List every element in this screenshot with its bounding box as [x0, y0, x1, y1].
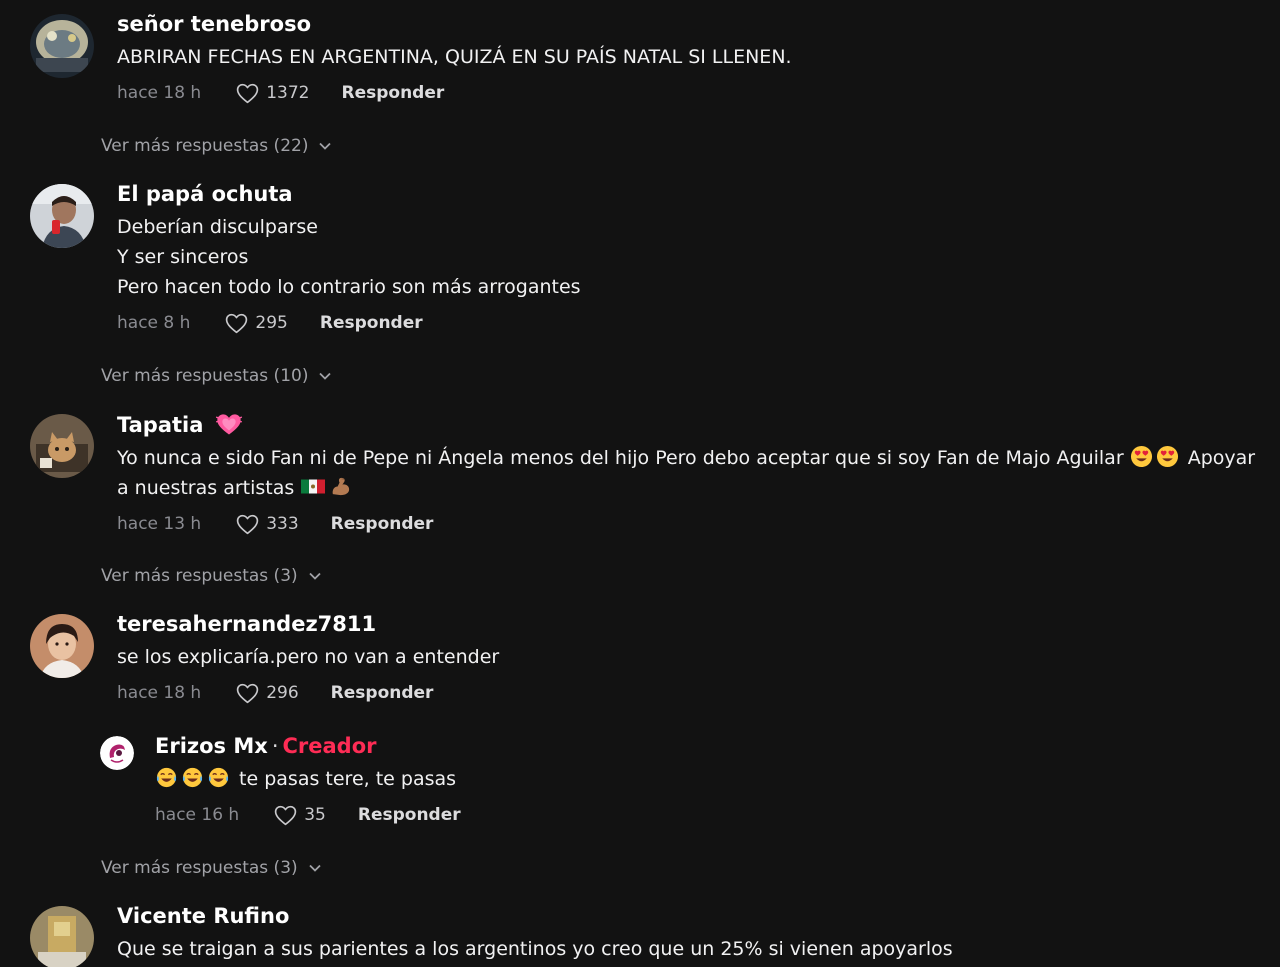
view-more-replies-label: Ver más respuestas (10) [101, 366, 309, 386]
creator-avatar[interactable] [100, 736, 134, 770]
view-more-replies-label: Ver más respuestas (22) [101, 136, 309, 156]
comment-time: hace 8 h [117, 313, 191, 333]
comment-body: El papá ochuta Deberían disculparse Y se… [117, 180, 1274, 338]
comment-username[interactable]: Tapatia [117, 410, 1274, 439]
heart-outline-icon[interactable] [235, 512, 260, 537]
comment-username[interactable]: señor tenebroso [117, 10, 1274, 38]
comment-text-line: Que se traigan a sus parientes a los arg… [117, 938, 953, 960]
view-more-replies-button[interactable]: Ver más respuestas (10) [101, 366, 332, 386]
comment-body: señor tenebroso ABRIRAN FECHAS EN ARGENT… [117, 10, 1274, 108]
comment-body: Tapatia Yo nunca e sido Fan ni de Pepe n… [117, 410, 1274, 539]
comment-text-line: Pero hacen todo lo contrario son más arr… [117, 276, 581, 298]
tears-of-joy-emoji [155, 766, 178, 789]
comment-meta: hace 18 h 1372 Responder [117, 78, 1274, 108]
heart-outline-icon[interactable] [235, 81, 260, 106]
like-button[interactable]: 333 [235, 512, 299, 537]
comment-text: Que se traigan a sus parientes a los arg… [117, 934, 1274, 964]
comment-text-line: Yo nunca e sido Fan ni de Pepe ni Ángela… [117, 443, 1274, 473]
reply-text-segment: te pasas tere, te pasas [239, 768, 457, 790]
tears-of-joy-emoji [181, 766, 204, 789]
comment-text-segment: Yo nunca e sido Fan ni de Pepe ni Ángela… [117, 447, 1124, 469]
comment-time: hace 18 h [117, 83, 202, 103]
view-more-replies-label: Ver más respuestas (3) [101, 566, 298, 586]
chevron-down-icon [309, 572, 321, 580]
view-more-replies-button[interactable]: Ver más respuestas (22) [101, 136, 332, 156]
heart-eyes-emoji [1156, 445, 1179, 468]
reply-time: hace 16 h [155, 805, 240, 825]
comment-meta: hace 18 h 296 Responder [117, 678, 1274, 708]
reply-text: te pasas tere, te pasas [155, 764, 1274, 794]
separator-dot: · [271, 734, 279, 758]
reply-button[interactable]: Responder [331, 514, 434, 534]
view-more-replies-button[interactable]: Ver más respuestas (3) [101, 566, 322, 586]
like-count: 35 [304, 805, 326, 825]
comment-text-line: Deberían disculparse [117, 216, 318, 238]
reply-button[interactable]: Responder [320, 313, 423, 333]
reply-meta: hace 16 h 35 Responder [155, 800, 1274, 830]
like-count: 333 [266, 514, 299, 534]
like-button[interactable]: 296 [235, 681, 299, 706]
comment-body: teresahernandez7811 se los explicaría.pe… [117, 610, 1274, 708]
reply-header: Erizos Mx · Creador [155, 732, 1274, 760]
comment-text-line: a nuestras artistas [117, 473, 1274, 503]
comment-username[interactable]: teresahernandez7811 [117, 610, 1274, 638]
like-button[interactable]: 1372 [235, 81, 309, 106]
tears-of-joy-emoji [207, 766, 230, 789]
comment-text: se los explicaría.pero no van a entender [117, 642, 1274, 672]
comment-username[interactable]: El papá ochuta [117, 180, 1274, 208]
avatar[interactable] [30, 614, 94, 678]
avatar[interactable] [30, 14, 94, 78]
comment-text: Deberían disculparse Y ser sinceros Pero… [117, 212, 1274, 302]
comment-text-line: Y ser sinceros [117, 246, 249, 268]
comment-username[interactable]: Vicente Rufino [117, 902, 1274, 930]
comment-text-segment: a nuestras artistas [117, 477, 295, 499]
heart-outline-icon[interactable] [273, 803, 298, 828]
view-more-replies-button[interactable]: Ver más respuestas (3) [101, 858, 322, 878]
creator-badge: Creador [282, 734, 377, 758]
avatar[interactable] [30, 184, 94, 248]
comment-body: Vicente Rufino Que se traigan a sus pari… [117, 902, 1274, 964]
comment-text: ABRIRAN FECHAS EN ARGENTINA, QUIZÁ EN SU… [117, 42, 1274, 72]
mexico-flag-emoji [300, 475, 326, 498]
avatar[interactable] [30, 906, 94, 967]
comment-meta: hace 13 h 333 Responder [117, 509, 1274, 539]
comment-username-text: Tapatia [117, 413, 204, 437]
comment-time: hace 18 h [117, 683, 202, 703]
view-more-replies-label: Ver más respuestas (3) [101, 858, 298, 878]
chevron-down-icon [319, 372, 332, 380]
comment-text-line: ABRIRAN FECHAS EN ARGENTINA, QUIZÁ EN SU… [117, 46, 792, 68]
comment-time: hace 13 h [117, 514, 202, 534]
flexed-biceps-emoji [329, 475, 352, 498]
like-count: 296 [266, 683, 299, 703]
like-button[interactable]: 295 [224, 311, 288, 336]
avatar[interactable] [30, 414, 94, 478]
reply-text-line: te pasas tere, te pasas [155, 764, 1274, 794]
reply-username[interactable]: Erizos Mx [155, 734, 268, 758]
chevron-down-icon [319, 142, 332, 150]
like-count: 1372 [266, 83, 310, 103]
reply-button[interactable]: Responder [331, 683, 434, 703]
comment-text-line: se los explicaría.pero no van a entender [117, 646, 500, 668]
chevron-down-icon [309, 864, 321, 872]
reply-body: Erizos Mx · Creador te pasas tere, te pasa… [155, 732, 1274, 830]
heart-eyes-emoji [1130, 445, 1153, 468]
comment-text-segment: Apoyar [1187, 447, 1256, 469]
heart-outline-icon[interactable] [224, 311, 249, 336]
beating-heart-emoji [215, 410, 243, 438]
heart-outline-icon[interactable] [235, 681, 260, 706]
reply-button[interactable]: Responder [341, 83, 444, 103]
reply-button[interactable]: Responder [358, 805, 461, 825]
like-count: 295 [255, 313, 288, 333]
comment-meta: hace 8 h 295 Responder [117, 308, 1274, 338]
like-button[interactable]: 35 [273, 803, 326, 828]
comment-text: Yo nunca e sido Fan ni de Pepe ni Ángela… [117, 443, 1274, 503]
